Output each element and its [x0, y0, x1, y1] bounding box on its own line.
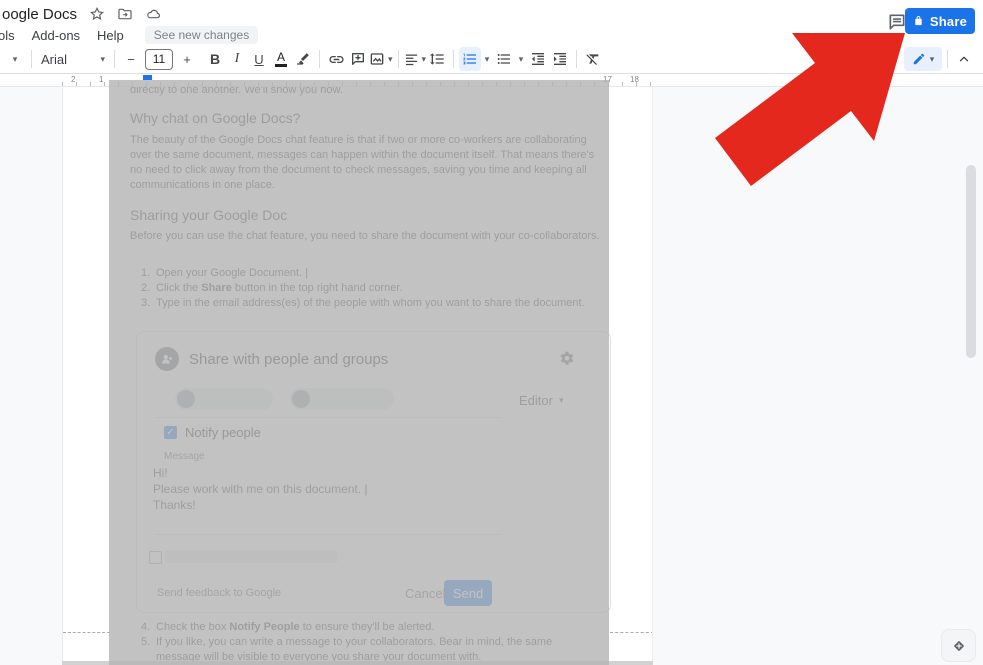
ruler-label: 18 [630, 75, 639, 84]
vertical-scrollbar-thumb[interactable] [966, 165, 976, 358]
highlight-color-button[interactable] [292, 47, 314, 71]
font-family-value: Arial [41, 52, 67, 67]
title-row: oogle Docs [0, 2, 162, 26]
chevron-down-icon: ▾ [485, 55, 490, 64]
underline-button[interactable]: U [248, 47, 270, 71]
menu-item-tools[interactable]: ols [0, 28, 15, 43]
chevron-down-icon: ▾ [13, 55, 18, 64]
outdent-icon [530, 51, 546, 67]
decrease-indent-button[interactable] [527, 47, 549, 71]
toolbar-divider [576, 50, 577, 68]
text-color-button[interactable]: A [270, 47, 292, 71]
page-break-dash [610, 632, 653, 633]
clear-formatting-button[interactable] [582, 47, 604, 71]
comment-history-icon [887, 12, 907, 32]
star-icon[interactable] [89, 6, 105, 22]
insert-link-button[interactable] [325, 47, 347, 71]
chevron-down-icon: ▾ [388, 55, 393, 64]
explore-icon [950, 637, 968, 655]
styles-dropdown[interactable]: ▾ [4, 47, 26, 71]
pencil-icon [912, 52, 926, 66]
toolbar-divider [319, 50, 320, 68]
add-comment-button[interactable] [347, 47, 369, 71]
font-family-select[interactable]: Arial ▾ [37, 47, 109, 71]
highlighter-icon [295, 51, 311, 67]
hide-menus-button[interactable] [953, 47, 975, 71]
text-color-letter: A [277, 51, 285, 63]
menu-item-addons[interactable]: Add-ons [32, 28, 80, 43]
numbered-list-button[interactable] [459, 47, 481, 71]
font-size-increase-button[interactable]: + [176, 47, 198, 71]
image-icon [369, 51, 385, 67]
align-button[interactable]: ▾ [404, 47, 427, 71]
bulleted-list-dropdown[interactable]: ▾ [515, 47, 527, 71]
dimmed-region-overlay [109, 80, 609, 665]
menu-bar: ols Add-ons Help See new changes [0, 25, 258, 45]
bulleted-list-button[interactable] [493, 47, 515, 71]
editing-mode-button[interactable]: ▾ [904, 47, 942, 71]
toolbar-divider [453, 50, 454, 68]
indent-icon [552, 51, 568, 67]
line-spacing-button[interactable] [426, 47, 448, 71]
font-size-decrease-button[interactable]: − [120, 47, 142, 71]
format-toolbar: ▾ Arial ▾ − 11 + B I U A ▾ ▾ ▾ ▾ [0, 45, 983, 74]
toolbar-divider [398, 50, 399, 68]
cloud-status-icon[interactable] [145, 6, 162, 22]
insert-image-button[interactable]: ▾ [369, 47, 393, 71]
ruler-label: 1 [99, 75, 103, 84]
toolbar-divider [947, 50, 948, 68]
toolbar-divider [31, 50, 32, 68]
see-new-changes-button[interactable]: See new changes [145, 26, 258, 44]
chevron-up-icon [957, 52, 971, 66]
share-button[interactable]: Share [905, 8, 975, 34]
link-icon [328, 51, 345, 68]
chevron-down-icon: ▾ [930, 55, 935, 64]
font-size-input[interactable]: 11 [145, 49, 173, 70]
chevron-down-icon: ▾ [519, 55, 524, 64]
clear-formatting-icon [585, 51, 601, 67]
text-color-bar [275, 64, 287, 67]
menu-item-help[interactable]: Help [97, 28, 124, 43]
italic-button[interactable]: I [226, 47, 248, 71]
chevron-down-icon: ▾ [100, 55, 105, 64]
ruler-label: 2 [71, 75, 75, 84]
increase-indent-button[interactable] [549, 47, 571, 71]
line-spacing-icon [429, 51, 445, 67]
explore-button[interactable] [941, 629, 976, 662]
align-left-icon [404, 52, 419, 67]
numbered-list-dropdown[interactable]: ▾ [481, 47, 493, 71]
bulleted-list-icon [496, 51, 512, 67]
move-folder-icon[interactable] [117, 6, 133, 22]
share-button-label: Share [930, 14, 967, 29]
page-break-dash [63, 632, 110, 633]
toolbar-divider [114, 50, 115, 68]
app-bar: oogle Docs ols Add-ons Help See new chan… [0, 0, 983, 46]
lock-icon [913, 15, 924, 27]
google-docs-window: { "header": { "doc_title": "oogle Docs",… [0, 0, 983, 665]
document-title[interactable]: oogle Docs [2, 6, 77, 23]
numbered-list-icon [462, 51, 478, 67]
bold-button[interactable]: B [204, 47, 226, 71]
add-comment-icon [350, 51, 366, 67]
